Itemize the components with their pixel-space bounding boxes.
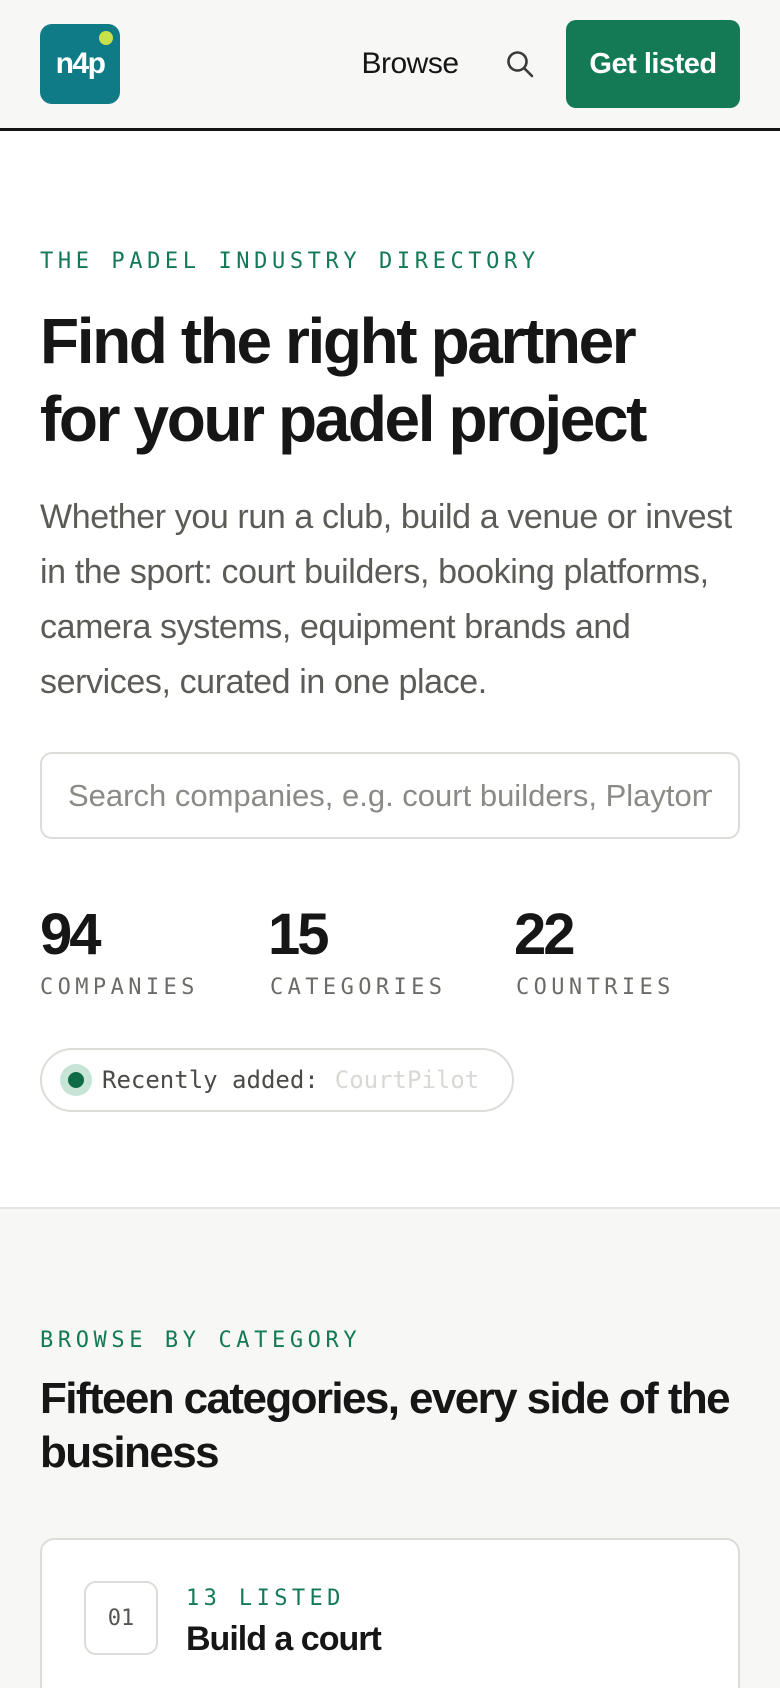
category-name: Build a court (186, 1620, 382, 1658)
stat-categories-label: CATEGORIES (270, 975, 447, 1000)
hero-description: Whether you run a club, build a venue or… (40, 498, 732, 701)
site-header: n4p Browse Get listed (0, 0, 780, 131)
recently-added-company: CourtPilot (334, 1066, 480, 1094)
category-number: 01 (84, 1581, 158, 1655)
category-listed-count: 13 LISTED (186, 1586, 345, 1611)
company-search-input[interactable] (68, 777, 712, 814)
logo[interactable]: n4p (40, 24, 120, 104)
stat-companies-value: 94 (40, 902, 101, 967)
hero-title-line-1: Find the right partner (40, 305, 637, 377)
company-search-field[interactable] (40, 752, 740, 839)
browse-eyebrow: BROWSE BY CATEGORY (40, 1328, 362, 1353)
live-dot-icon (60, 1064, 92, 1096)
stat-companies-label: COMPANIES (40, 975, 199, 1000)
recently-added-badge[interactable]: Recently added: CourtPilot (40, 1048, 514, 1112)
stat-countries-label: COUNTRIES (516, 975, 675, 1000)
hero-title-line-2: for your padel project (40, 383, 647, 455)
hero-eyebrow: THE PADEL INDUSTRY DIRECTORY (40, 249, 540, 274)
search-icon (507, 51, 534, 78)
browse-title: Fifteen categories, every side of the bu… (40, 1374, 731, 1477)
category-card[interactable]: 01 13 LISTED Build a court (40, 1538, 740, 1688)
nav-browse-link[interactable]: Browse (340, 44, 480, 84)
stat-countries-value: 22 (514, 902, 575, 967)
stat-categories-value: 15 (268, 902, 329, 967)
padel-ball-icon (99, 31, 113, 45)
recently-added-label: Recently added: (102, 1066, 319, 1094)
logo-text: n4p (55, 47, 106, 80)
search-button[interactable] (502, 46, 538, 82)
hero-title: Find the right partner for your padel pr… (40, 302, 750, 458)
get-listed-button[interactable]: Get listed (566, 20, 740, 108)
